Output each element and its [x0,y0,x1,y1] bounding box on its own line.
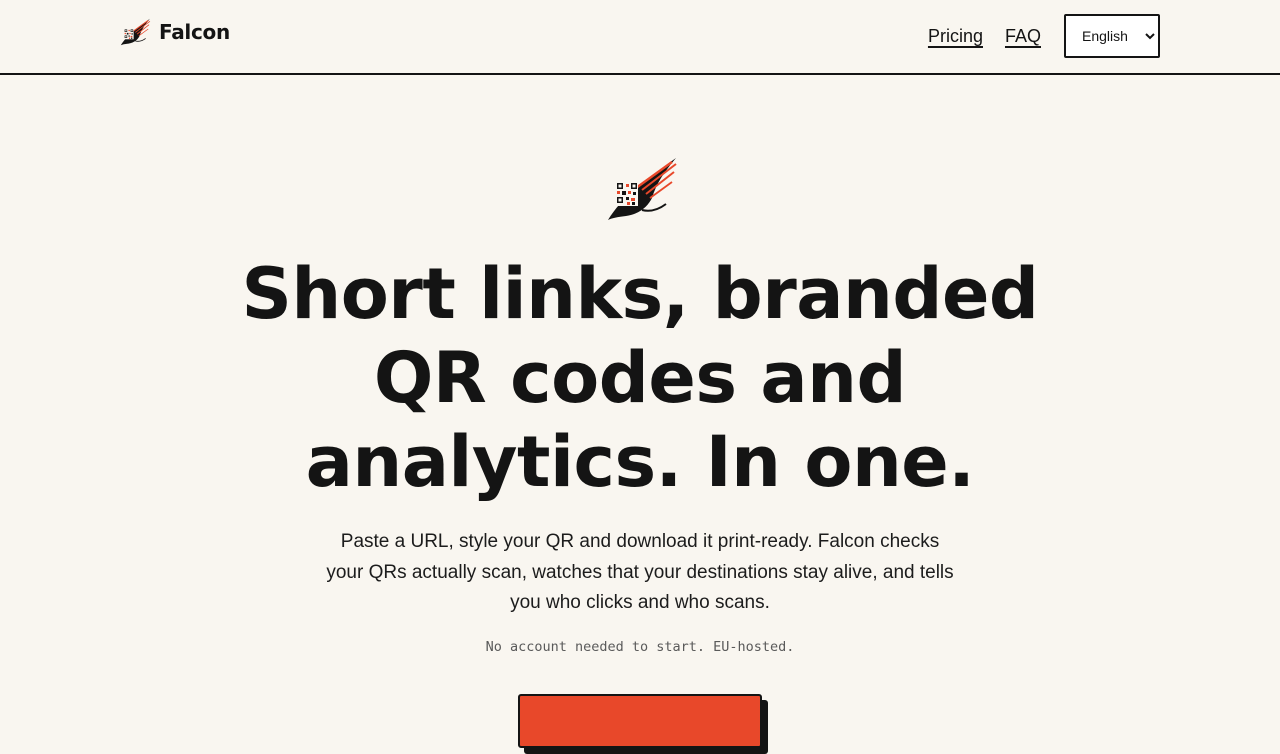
language-select[interactable]: English [1064,14,1160,58]
site-header: Falcon Pricing FAQ English [0,0,1280,75]
nav-link-pricing[interactable]: Pricing [928,26,983,47]
cta-button[interactable] [518,694,762,748]
hero-logo [602,154,678,224]
nav-link-faq[interactable]: FAQ [1005,26,1041,47]
cta-wrapper [518,694,768,754]
hero-title: Short links, branded QR codes and analyt… [241,253,1039,503]
falcon-logo-icon [120,18,151,46]
main-nav: Pricing FAQ English [928,14,1160,58]
brand-home-link[interactable]: Falcon [118,16,230,48]
falcon-logo-icon [608,158,677,220]
brand-name: Falcon [159,20,230,44]
hero-subtitle: Paste a URL, style your QR and download … [326,531,954,613]
hero-note: No account needed to start. EU-hosted. [485,639,795,655]
